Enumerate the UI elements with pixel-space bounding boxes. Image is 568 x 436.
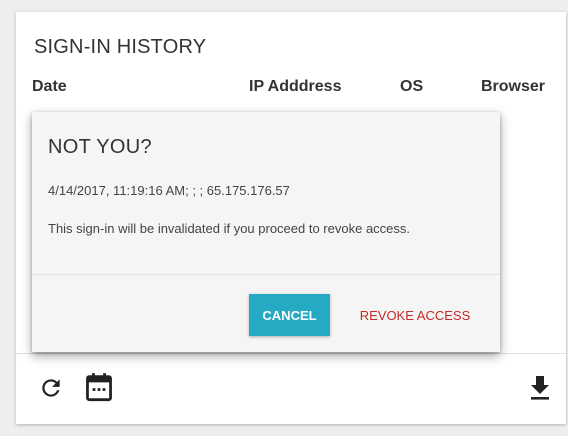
column-header-date[interactable]: Date <box>32 78 67 96</box>
sign-in-details: 4/14/2017, 11:19:16 AM; ; ; 65.175.176.5… <box>48 183 290 198</box>
dialog-divider <box>32 274 500 275</box>
column-header-os[interactable]: OS <box>400 78 423 96</box>
dialog-message: This sign-in will be invalidated if you … <box>48 221 411 236</box>
dialog-title: NOT YOU? <box>48 136 152 158</box>
refresh-icon[interactable] <box>36 373 66 403</box>
column-header-browser[interactable]: Browser <box>481 78 545 96</box>
column-header-ip-address[interactable]: IP Adddress <box>249 78 341 96</box>
download-icon[interactable] <box>525 373 555 403</box>
cancel-button[interactable]: CANCEL <box>249 294 330 336</box>
revoke-access-button[interactable]: REVOKE ACCESS <box>348 294 482 336</box>
table-header: Date IP Adddress OS Browser <box>16 78 566 100</box>
calendar-icon[interactable] <box>84 372 114 402</box>
card-title: SIGN-IN HISTORY <box>34 36 207 58</box>
footer-divider <box>16 353 566 354</box>
not-you-dialog: NOT YOU? 4/14/2017, 11:19:16 AM; ; ; 65.… <box>32 112 500 352</box>
